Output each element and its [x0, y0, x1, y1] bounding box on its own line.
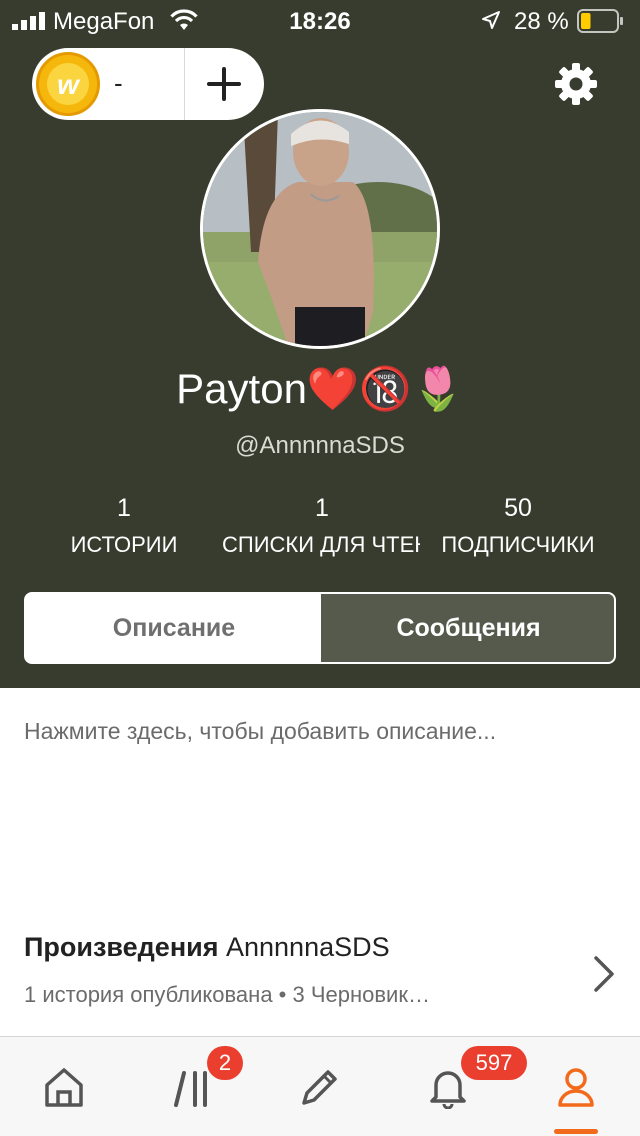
library-badge: 2: [207, 1046, 243, 1080]
nav-notifications[interactable]: 597: [384, 1037, 527, 1136]
coins-pill[interactable]: w -: [32, 48, 264, 120]
stat-label: ИСТОРИИ: [70, 532, 178, 557]
location-arrow-icon: [482, 11, 500, 29]
avatar-photo: [203, 112, 437, 346]
battery-percent: 28 %: [514, 8, 569, 35]
works-owner: AnnnnnaSDS: [226, 932, 390, 962]
coin-icon: w: [36, 52, 100, 116]
avatar[interactable]: [200, 109, 440, 349]
coin-balance: -: [114, 68, 123, 98]
profile-username: @AnnnnnaSDS: [235, 432, 405, 459]
active-tab-indicator: [554, 1129, 598, 1134]
profile-display-name: Payton❤️🔞🌷: [176, 365, 464, 412]
battery-icon: [577, 9, 623, 33]
bottom-tab-bar: 2 597: [0, 1036, 640, 1136]
home-icon: [45, 1068, 83, 1107]
add-coins-button[interactable]: [185, 48, 264, 120]
profile-tabs: Описание Сообщения: [24, 592, 616, 664]
stat-reading-lists[interactable]: 1 СПИСКИ ДЛЯ ЧТЕНИЯ: [222, 494, 422, 558]
works-subtitle: 1 история опубликована • 3 Черновик…: [24, 982, 430, 1007]
tab-about[interactable]: Описание: [26, 594, 322, 662]
profile-icon: [558, 1068, 594, 1107]
stat-followers[interactable]: 50 ПОДПИСЧИКИ: [418, 494, 618, 558]
stat-label: СПИСКИ ДЛЯ ЧТЕНИЯ: [222, 532, 420, 557]
coin-symbol: w: [57, 69, 79, 100]
tab-messages[interactable]: Сообщения: [321, 594, 614, 662]
stat-value: 1: [117, 494, 131, 522]
works-title[interactable]: Произведения AnnnnnaSDS: [24, 932, 390, 963]
stat-value: 1: [315, 494, 329, 522]
nav-write[interactable]: [256, 1037, 384, 1136]
profile-header: MegaFon 18:26 28 % w - Payton❤️🔞🌷 @Annnn…: [0, 0, 640, 688]
stat-label: ПОДПИСЧИКИ: [441, 532, 595, 557]
status-bar: MegaFon 18:26 28 %: [0, 0, 640, 42]
pencil-icon: [302, 1070, 337, 1105]
works-title-label: Произведения: [24, 932, 219, 962]
gear-icon[interactable]: [554, 62, 598, 106]
stat-value: 50: [504, 494, 532, 522]
nav-profile[interactable]: [512, 1037, 640, 1136]
nav-home[interactable]: [0, 1037, 128, 1136]
about-placeholder[interactable]: Нажмите здесь, чтобы добавить описание..…: [24, 718, 496, 745]
chevron-right-icon[interactable]: [590, 954, 618, 994]
stat-stories[interactable]: 1 ИСТОРИИ: [24, 494, 224, 558]
library-icon: [174, 1071, 207, 1107]
nav-library[interactable]: 2: [128, 1037, 256, 1136]
